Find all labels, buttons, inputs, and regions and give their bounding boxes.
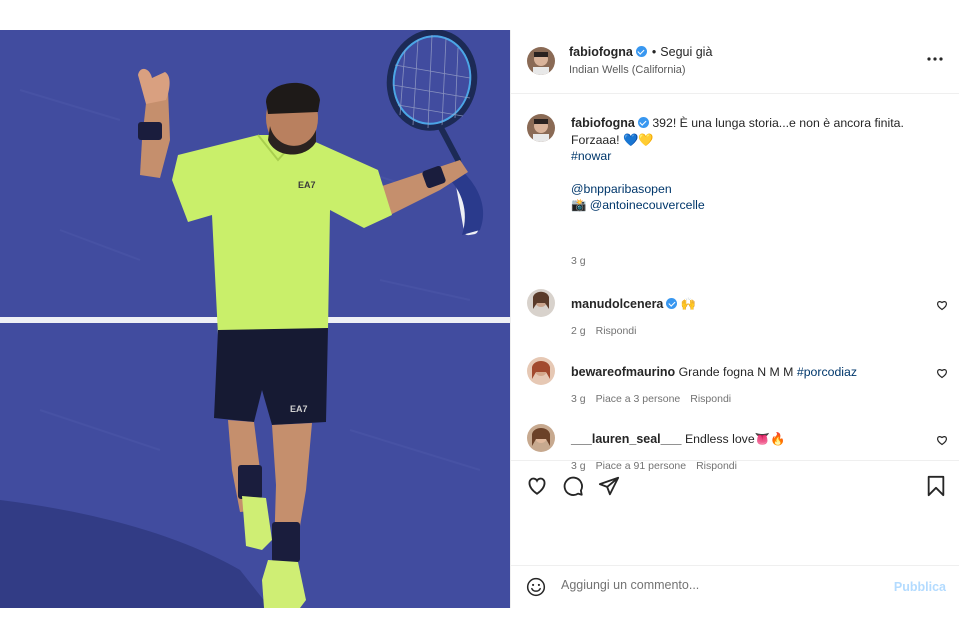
comments-section[interactable]: fabiofogna 392! È una lunga storia...e n… bbox=[511, 95, 959, 472]
verified-badge-icon bbox=[666, 298, 678, 309]
comment-timestamp: 3 g bbox=[571, 393, 586, 405]
comment-like-heart-icon[interactable] bbox=[936, 299, 948, 311]
add-comment-input[interactable] bbox=[561, 578, 881, 592]
post-sidebar: fabiofogna • Segui già Indian Wells (Calif… bbox=[510, 30, 959, 608]
caption-author-username[interactable]: fabiofogna bbox=[571, 116, 635, 130]
caption-author-avatar[interactable] bbox=[527, 114, 555, 142]
reply-button[interactable]: Rispondi bbox=[596, 325, 637, 337]
post-dialog: EA7 EA7 fabiofogna • Segui già Indian We… bbox=[0, 30, 959, 608]
caption-photo-credit[interactable]: 📸 @antoinecouvercelle bbox=[571, 197, 931, 214]
comment-hashtag[interactable]: #porcodiaz bbox=[797, 365, 857, 379]
tennis-player-illustration: EA7 EA7 bbox=[0, 30, 510, 608]
comment-text: 🙌 bbox=[680, 297, 697, 311]
emoji-icon[interactable] bbox=[526, 577, 546, 597]
heart-icon[interactable] bbox=[526, 475, 548, 497]
post-caption: fabiofogna 392! È una lunga storia...e n… bbox=[571, 115, 931, 214]
bookmark-icon[interactable] bbox=[925, 475, 947, 497]
post-photo[interactable]: EA7 EA7 bbox=[0, 30, 510, 608]
caption-meta: 3 g bbox=[571, 255, 596, 267]
svg-text:EA7: EA7 bbox=[290, 404, 308, 414]
commenter-username[interactable]: ___lauren_seal___ bbox=[571, 432, 682, 446]
post-actions bbox=[511, 460, 959, 565]
comment-like-heart-icon[interactable] bbox=[936, 367, 948, 379]
caption-line-2: Forzaaa! 💙💛 bbox=[571, 132, 654, 147]
comment-text: Grande fogna N M M bbox=[678, 365, 794, 379]
caption-timestamp: 3 g bbox=[571, 255, 586, 267]
share-icon[interactable] bbox=[598, 475, 620, 497]
add-comment-bar: Pubblica bbox=[511, 565, 959, 608]
comment-likes-count[interactable]: Piace a 3 persone bbox=[596, 393, 681, 405]
comment-icon[interactable] bbox=[562, 475, 584, 497]
commenter-username[interactable]: bewareofmaurino bbox=[571, 365, 675, 379]
author-username[interactable]: fabiofogna bbox=[569, 45, 633, 59]
more-horizontal-icon[interactable] bbox=[926, 50, 944, 68]
comment-like-heart-icon[interactable] bbox=[936, 434, 948, 446]
commenter-avatar[interactable] bbox=[527, 357, 555, 385]
caption-line-1: 392! È una lunga storia...e non è ancora… bbox=[652, 116, 904, 130]
comment-timestamp: 2 g bbox=[571, 325, 586, 337]
comment-text: Endless love👅🔥 bbox=[684, 432, 786, 446]
reply-button[interactable]: Rispondi bbox=[690, 393, 731, 405]
caption-hashtag[interactable]: #nowar bbox=[571, 148, 931, 165]
commenter-avatar[interactable] bbox=[527, 289, 555, 317]
verified-badge-icon bbox=[635, 46, 647, 57]
comment-item: bewareofmaurino Grande fogna N M M #porc… bbox=[511, 357, 959, 413]
post-header: fabiofogna • Segui già Indian Wells (Calif… bbox=[511, 30, 959, 94]
commenter-username[interactable]: manudolcenera bbox=[571, 297, 663, 311]
following-button[interactable]: Segui già bbox=[660, 45, 712, 59]
svg-text:EA7: EA7 bbox=[298, 180, 316, 190]
publish-button[interactable]: Pubblica bbox=[894, 580, 946, 594]
caption-mention[interactable]: @bnpparibasopen bbox=[571, 181, 931, 198]
verified-badge-icon bbox=[637, 117, 649, 128]
post-location[interactable]: Indian Wells (California) bbox=[569, 64, 686, 76]
commenter-avatar[interactable] bbox=[527, 424, 555, 452]
comment-item: manudolcenera 🙌 2 g Rispondi bbox=[511, 289, 959, 345]
author-avatar[interactable] bbox=[527, 47, 555, 75]
separator-dot: • bbox=[651, 45, 657, 59]
